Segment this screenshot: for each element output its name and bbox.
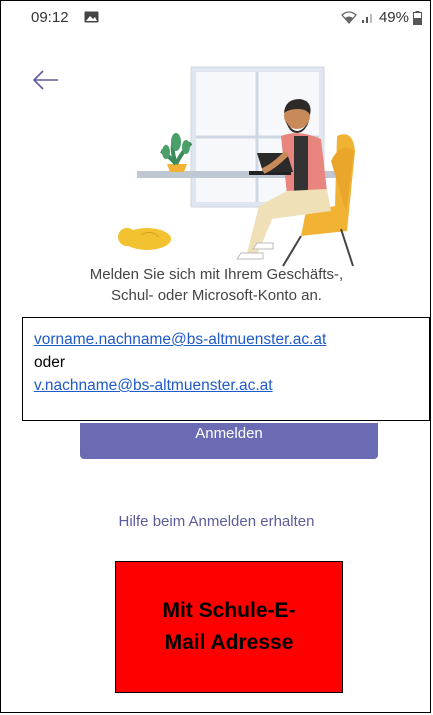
sign-in-illustration (118, 66, 355, 267)
status-time: 09:12 (31, 9, 69, 26)
instruction-line-2: Schul- oder Microsoft-Konto an. (111, 287, 322, 304)
status-bar: 09:12 49% (1, 1, 430, 37)
signal-icon (361, 14, 372, 23)
email-format-callout: vorname.nachname@bs-altmuenster.ac.at od… (22, 317, 430, 421)
battery-icon (413, 10, 422, 25)
instruction-line-1: Melden Sie sich mit Ihrem Geschäfts-, (89, 266, 344, 283)
email-full-format-link[interactable]: vorname.nachname@bs-altmuenster.ac.at (34, 328, 429, 351)
or-text: oder (34, 354, 66, 371)
wifi-icon (341, 11, 357, 24)
status-right-group: 49% (341, 9, 422, 26)
image-icon (84, 11, 99, 23)
sign-in-instruction: Melden Sie sich mit Ihrem Geschäfts-, Sc… (1, 264, 430, 306)
school-email-note-text: Mit Schule-E-Mail Adresse (162, 599, 296, 654)
battery-percent: 49% (378, 9, 409, 26)
email-short-format-link[interactable]: v.nachname@bs-altmuenster.ac.at (34, 374, 429, 397)
help-sign-in-link[interactable]: Hilfe beim Anmelden erhalten (1, 513, 430, 530)
school-email-note: Mit Schule-E-Mail Adresse (115, 561, 343, 693)
sign-in-button[interactable]: Anmelden (80, 423, 378, 459)
